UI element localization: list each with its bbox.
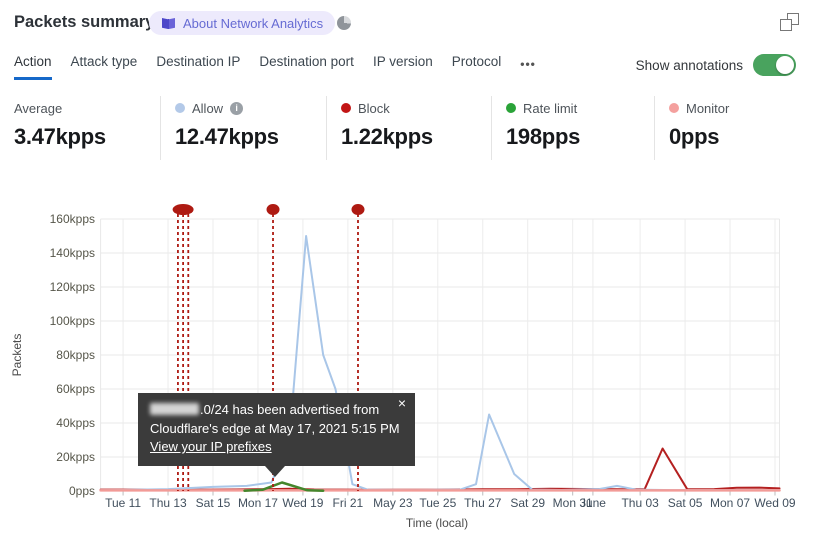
stat-monitor: Monitor 0pps (654, 96, 816, 160)
more-tabs-icon[interactable]: ••• (520, 54, 536, 80)
stat-label: Average (14, 100, 63, 116)
tooltip-line-2: Cloudflare's edge at May 17, 2021 5:15 P… (150, 420, 400, 436)
about-network-analytics-badge[interactable]: About Network Analytics (149, 11, 336, 35)
y-axis-label: 140kpps (50, 246, 95, 260)
tab-destination-port[interactable]: Destination port (259, 54, 354, 80)
stat-label: Allow (192, 100, 224, 116)
stat-label: Monitor (686, 100, 730, 116)
y-axis-label: 40kpps (56, 416, 95, 430)
stat-rate-limit: Rate limit 198pps (491, 96, 654, 160)
x-axis-label: Sat 29 (510, 496, 545, 510)
toggle-knob (776, 56, 794, 74)
x-axis-title: Time (local) (406, 516, 468, 530)
annotation-dot[interactable] (351, 204, 365, 215)
y-axis-label: 20kpps (56, 450, 95, 464)
rate-limit-dot (506, 103, 516, 113)
stat-average: Average 3.47kpps (0, 96, 160, 160)
stat-value: 0pps (669, 124, 720, 149)
stat-allow: Allow i 12.47kpps (160, 96, 326, 160)
allow-dot (175, 103, 185, 113)
show-annotations-control: Show annotations (636, 54, 796, 76)
x-axis-label: Thu 13 (149, 496, 187, 510)
y-axis-title: Packets (10, 334, 24, 377)
tab-attack-type[interactable]: Attack type (71, 54, 138, 80)
x-axis-label: Mon 07 (710, 496, 750, 510)
x-axis-label: May 23 (373, 496, 413, 510)
x-axis-label: Tue 25 (419, 496, 456, 510)
monitor-dot (669, 103, 679, 113)
popout-front-square (780, 19, 792, 31)
x-axis-label: June (580, 496, 606, 510)
tab-destination-ip[interactable]: Destination IP (156, 54, 240, 80)
tab-protocol[interactable]: Protocol (452, 54, 502, 80)
book-icon (162, 17, 175, 29)
stat-value: 3.47kpps (14, 124, 106, 149)
close-icon[interactable]: × (398, 396, 406, 410)
stat-label: Block (358, 100, 390, 116)
stat-value: 1.22kpps (341, 124, 433, 149)
dimension-tabs: Action Attack type Destination IP Destin… (14, 54, 536, 80)
annotation-dot[interactable] (266, 204, 280, 215)
info-icon[interactable]: i (230, 101, 244, 115)
x-axis-label: Thu 27 (464, 496, 502, 510)
tab-action[interactable]: Action (14, 54, 52, 80)
tooltip-line-1: .0/24 has been advertised from (150, 401, 403, 420)
badge-label: About Network Analytics (183, 15, 324, 31)
stat-label: Rate limit (523, 100, 578, 116)
y-axis-label: 100kpps (50, 314, 95, 328)
y-axis-label: 120kpps (50, 280, 95, 294)
stat-value: 12.47kpps (175, 124, 279, 149)
redacted-ip-prefix (150, 403, 199, 415)
x-axis-label: Mon 17 (238, 496, 278, 510)
y-axis-label: 60kpps (56, 382, 95, 396)
stats-row: Average 3.47kpps Allow i 12.47kpps Block… (0, 96, 816, 160)
y-axis-label: 160kpps (50, 212, 95, 226)
show-annotations-label: Show annotations (635, 57, 743, 73)
popout-icon[interactable] (779, 13, 799, 33)
x-axis-label: Thu 03 (621, 496, 659, 510)
page-title: Packets summary (14, 13, 155, 31)
packets-summary-panel: Packets summary About Network Analytics … (0, 0, 816, 545)
annotation-dot[interactable] (172, 204, 194, 215)
stat-block: Block 1.22kpps (326, 96, 491, 160)
x-axis-label: Sat 15 (196, 496, 231, 510)
view-ip-prefixes-link[interactable]: View your IP prefixes (150, 439, 272, 454)
y-axis-label: 0pps (69, 484, 95, 498)
x-axis-label: Sat 05 (668, 496, 703, 510)
x-axis-label: Wed 09 (754, 496, 795, 510)
packets-chart: 0pps 20kpps 40kpps 60kpps 80kpps 100kpps 120kp… (10, 204, 796, 530)
block-dot (341, 103, 351, 113)
tab-ip-version[interactable]: IP version (373, 54, 433, 80)
x-axis-label: Tue 11 (105, 496, 141, 510)
annotation-tooltip: × .0/24 has been advertised from Cloudfl… (138, 393, 415, 476)
x-axis-label: Wed 19 (282, 496, 323, 510)
pie-progress-icon (337, 16, 351, 30)
stat-value: 198pps (506, 124, 581, 149)
x-axis-label: Fri 21 (333, 496, 364, 510)
annotations-toggle[interactable] (753, 54, 796, 76)
y-axis-label: 80kpps (56, 348, 95, 362)
